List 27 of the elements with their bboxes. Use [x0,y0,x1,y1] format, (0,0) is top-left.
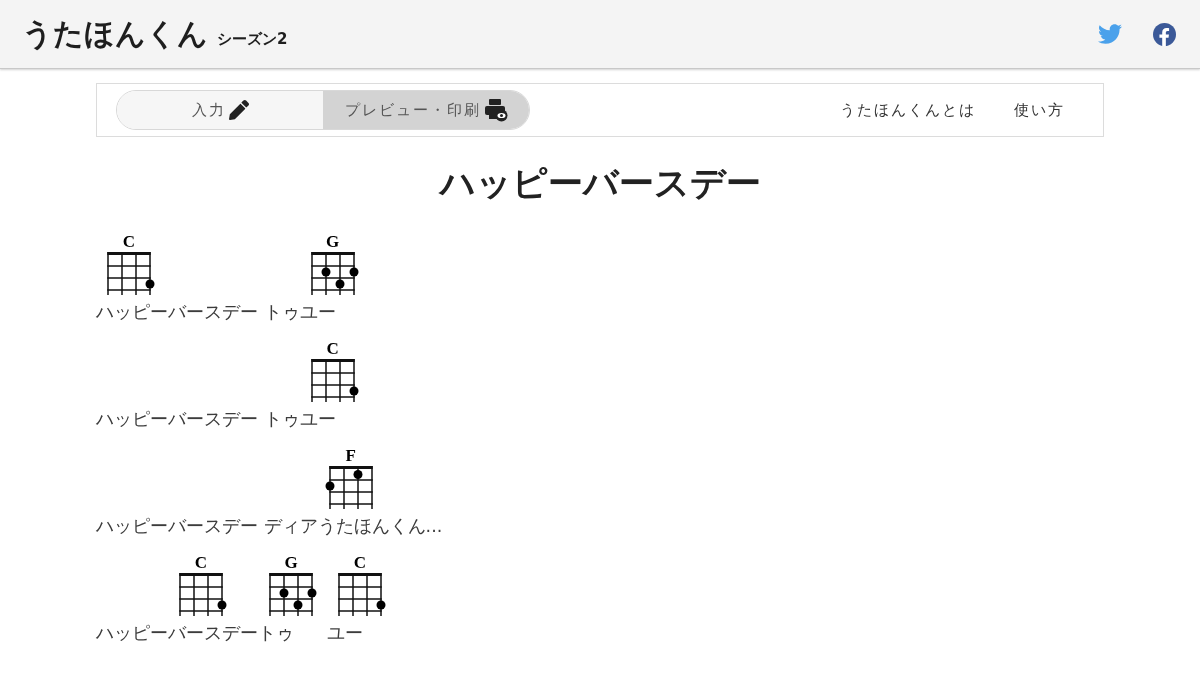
lyric-text: ユー [327,622,363,645]
lyric-text: ハッピーバースデー トゥ [96,408,300,431]
lyric-text: ハッピー [96,622,168,645]
chord-name: C [122,233,136,251]
nav-link[interactable]: うたほんくんとは [840,100,976,120]
chord-name: F [345,447,356,465]
season-label: シーズン2 [217,29,288,49]
letter-f-icon[interactable] [1153,22,1176,46]
chord-name: G [284,554,298,572]
chord-name: C [194,554,208,572]
lyric-text: ハッピーバースデー トゥ [96,301,300,324]
lyric-text: うたほんくん... [317,515,443,538]
chord-name: G [325,233,340,251]
lyric-text: ユー [299,301,336,324]
chord-name: C [326,340,339,358]
view-tab[interactable]: 入力 [117,91,323,129]
pencil-icon [228,100,249,120]
site-logo[interactable]: うたほんくん [22,13,208,55]
lyric-text: ハッピーバースデー ディア [96,515,318,538]
lyric-text: ユー [299,408,336,431]
printer-icon [483,98,508,122]
view-tab[interactable]: プレビュー・印刷 [323,91,529,129]
song-title: ハッピーバースデー [438,162,762,205]
lyric-text: バースデー [168,622,258,645]
lyric-text: トゥ [258,622,294,645]
nav-link[interactable]: 使い方 [1014,100,1065,120]
chord-name: C [353,554,367,572]
